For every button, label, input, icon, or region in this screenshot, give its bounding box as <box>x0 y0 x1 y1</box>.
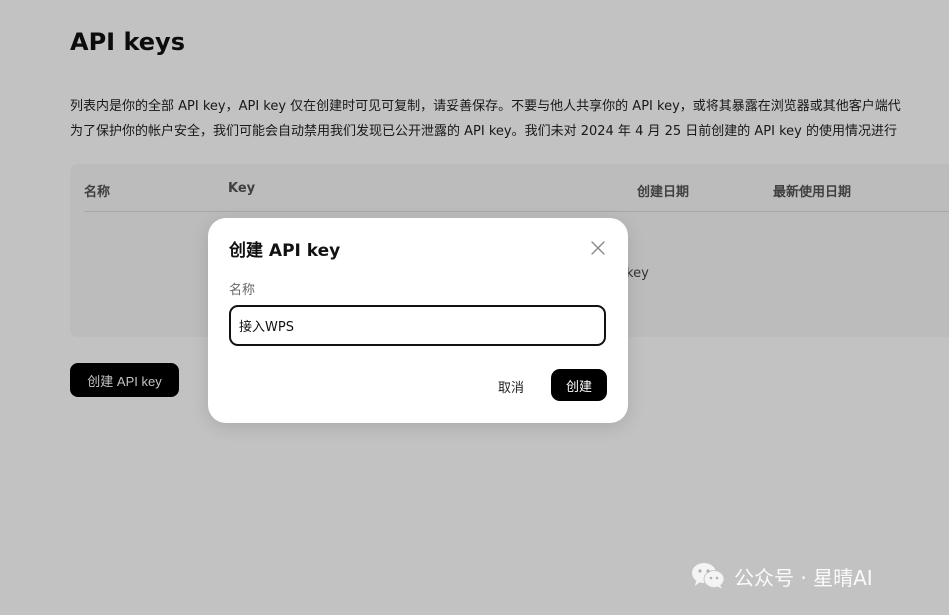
wechat-icon <box>692 563 725 589</box>
confirm-create-button[interactable]: 创建 <box>551 369 607 401</box>
watermark-text: 公众号 · 星晴AI <box>734 565 873 590</box>
close-icon[interactable] <box>590 240 606 256</box>
api-keys-page: API keys 列表内是你的全部 API key，API key 仅在创建时可… <box>0 0 949 615</box>
create-api-key-dialog: 创建 API key 名称 取消 创建 <box>208 218 628 423</box>
watermark: 公众号 · 星晴AI <box>690 560 873 592</box>
cancel-button[interactable]: 取消 <box>486 374 536 398</box>
name-input[interactable] <box>229 305 606 346</box>
dialog-title: 创建 API key <box>229 241 341 261</box>
name-field-label: 名称 <box>229 283 256 298</box>
